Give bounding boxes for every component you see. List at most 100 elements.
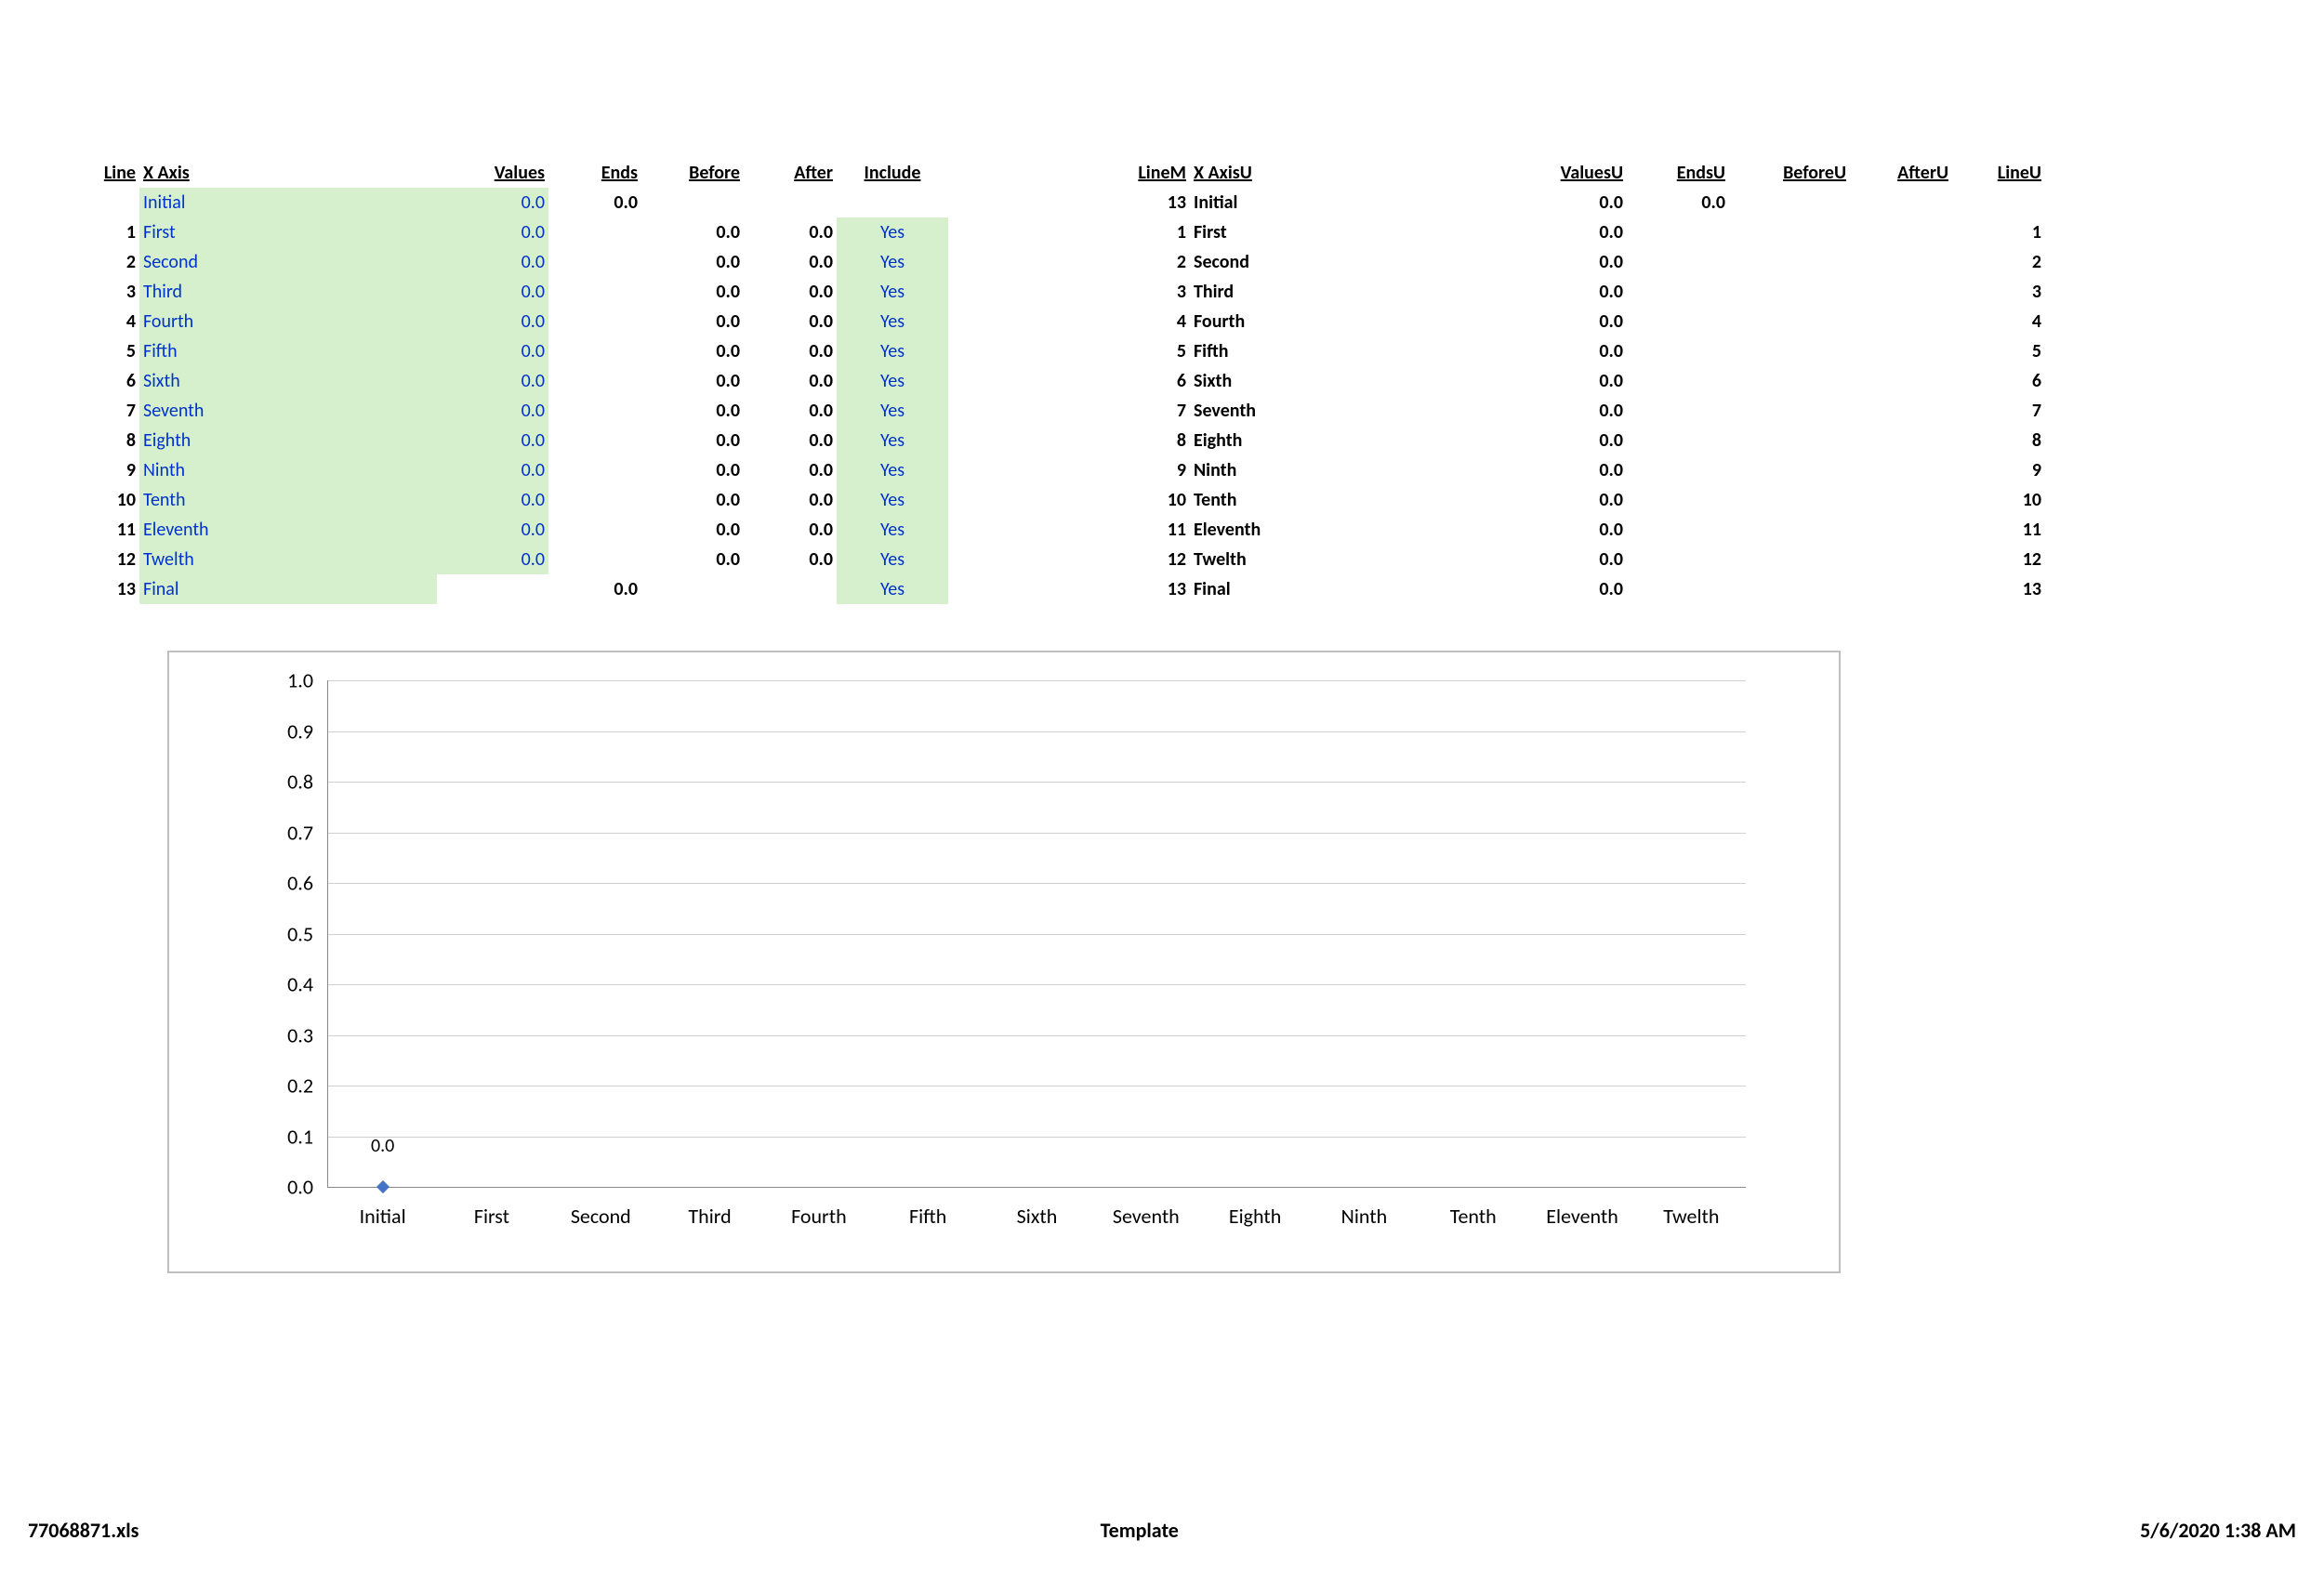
cell: Yes xyxy=(837,336,948,366)
chart-ytick-label: 0.7 xyxy=(287,820,313,845)
cell xyxy=(548,307,641,336)
cell: 2 xyxy=(1952,247,2045,277)
chart-ytick-label: 0.1 xyxy=(287,1124,313,1149)
cell: Sixth xyxy=(1190,366,1506,396)
cell: 4 xyxy=(74,307,139,336)
cell: 0.0 xyxy=(744,426,837,455)
table-row: 7Seventh0.00.00.0Yes xyxy=(74,396,948,426)
cell xyxy=(548,455,641,485)
cell: 0.0 xyxy=(437,307,548,336)
cell xyxy=(1627,307,1729,336)
cell: 0.0 xyxy=(437,217,548,247)
cell: Ninth xyxy=(139,455,437,485)
col-header-values: Values xyxy=(437,158,548,188)
cell: Seventh xyxy=(139,396,437,426)
cell: Tenth xyxy=(139,485,437,515)
cell: 0.0 xyxy=(1506,217,1627,247)
cell: 0.0 xyxy=(744,366,837,396)
chart-xtick-label: Initial xyxy=(360,1204,406,1229)
cell: Yes xyxy=(837,515,948,545)
cell xyxy=(1729,366,1850,396)
cell: Initial xyxy=(139,188,437,217)
cell: 0.0 xyxy=(437,396,548,426)
cell: 1 xyxy=(1952,217,2045,247)
cell: Tenth xyxy=(1190,485,1506,515)
chart-ytick-label: 0.4 xyxy=(287,972,313,997)
cell: 0.0 xyxy=(1506,247,1627,277)
cell: First xyxy=(1190,217,1506,247)
cell: 6 xyxy=(1952,366,2045,396)
cell: 0.0 xyxy=(744,396,837,426)
chart-gridline xyxy=(328,883,1746,884)
table-row: 13Final0.0Yes xyxy=(74,574,948,604)
table-row: 12Twelth0.012 xyxy=(1097,545,2045,574)
cell: Fifth xyxy=(139,336,437,366)
chart-ytick-label: 0.0 xyxy=(287,1175,313,1200)
right-table-header-row: LineM X AxisU ValuesU EndsU BeforeU Afte… xyxy=(1097,158,2045,188)
table-row: 12Twelth0.00.00.0Yes xyxy=(74,545,948,574)
chart-xtick-label: Eleventh xyxy=(1546,1204,1618,1229)
cell: 0.0 xyxy=(641,217,744,247)
chart-ytick-label: 0.2 xyxy=(287,1073,313,1099)
cell: Yes xyxy=(837,545,948,574)
cell xyxy=(1627,455,1729,485)
cell xyxy=(1850,247,1952,277)
col-header-xaxis: X Axis xyxy=(139,158,437,188)
cell: 0.0 xyxy=(437,188,548,217)
cell xyxy=(837,188,948,217)
chart-ytick-label: 0.9 xyxy=(287,718,313,744)
cell: 0.0 xyxy=(437,277,548,307)
cell xyxy=(548,485,641,515)
chart: 0.00.10.20.30.40.50.60.70.80.91.0Initial… xyxy=(167,651,1841,1273)
table-row: 10Tenth0.00.00.0Yes xyxy=(74,485,948,515)
cell xyxy=(1627,396,1729,426)
cell: 0.0 xyxy=(744,217,837,247)
table-row: 1First0.01 xyxy=(1097,217,2045,247)
cell xyxy=(1627,277,1729,307)
cell: 5 xyxy=(1952,336,2045,366)
cell: 10 xyxy=(1097,485,1190,515)
cell: Seventh xyxy=(1190,396,1506,426)
cell xyxy=(1850,515,1952,545)
cell: 0.0 xyxy=(1506,336,1627,366)
cell: 0.0 xyxy=(641,277,744,307)
cell: Yes xyxy=(837,426,948,455)
cell: Eleventh xyxy=(139,515,437,545)
chart-xtick-label: Eighth xyxy=(1229,1204,1281,1229)
cell: Yes xyxy=(837,217,948,247)
cell: 9 xyxy=(74,455,139,485)
cell: 7 xyxy=(1097,396,1190,426)
cell: 7 xyxy=(74,396,139,426)
cell: 13 xyxy=(1097,188,1190,217)
cell: Yes xyxy=(837,247,948,277)
cell: 0.0 xyxy=(641,307,744,336)
cell xyxy=(1627,485,1729,515)
cell: 1 xyxy=(74,217,139,247)
cell: 3 xyxy=(1952,277,2045,307)
cell: 0.0 xyxy=(1506,574,1627,604)
col-header-endsu: EndsU xyxy=(1627,158,1729,188)
cell xyxy=(1627,336,1729,366)
col-header-include: Include xyxy=(837,158,948,188)
cell: 0.0 xyxy=(641,485,744,515)
chart-xtick-label: Twelth xyxy=(1663,1204,1719,1229)
left-table: Line X Axis Values Ends Before After Inc… xyxy=(74,158,948,604)
cell: 0.0 xyxy=(744,247,837,277)
col-header-valuesu: ValuesU xyxy=(1506,158,1627,188)
table-row: 6Sixth0.00.00.0Yes xyxy=(74,366,948,396)
cell: 0.0 xyxy=(744,455,837,485)
cell xyxy=(1850,485,1952,515)
cell: Yes xyxy=(837,396,948,426)
cell xyxy=(548,545,641,574)
chart-ytick-label: 0.8 xyxy=(287,770,313,795)
cell xyxy=(548,426,641,455)
chart-gridline xyxy=(328,680,1746,681)
cell xyxy=(1627,217,1729,247)
chart-gridline xyxy=(328,833,1746,834)
footer-timestamp: 5/6/2020 1:38 AM xyxy=(2140,1518,2296,1543)
cell xyxy=(1850,545,1952,574)
col-header-after: After xyxy=(744,158,837,188)
col-header-lineu: LineU xyxy=(1952,158,2045,188)
col-header-line: Line xyxy=(74,158,139,188)
cell xyxy=(548,366,641,396)
